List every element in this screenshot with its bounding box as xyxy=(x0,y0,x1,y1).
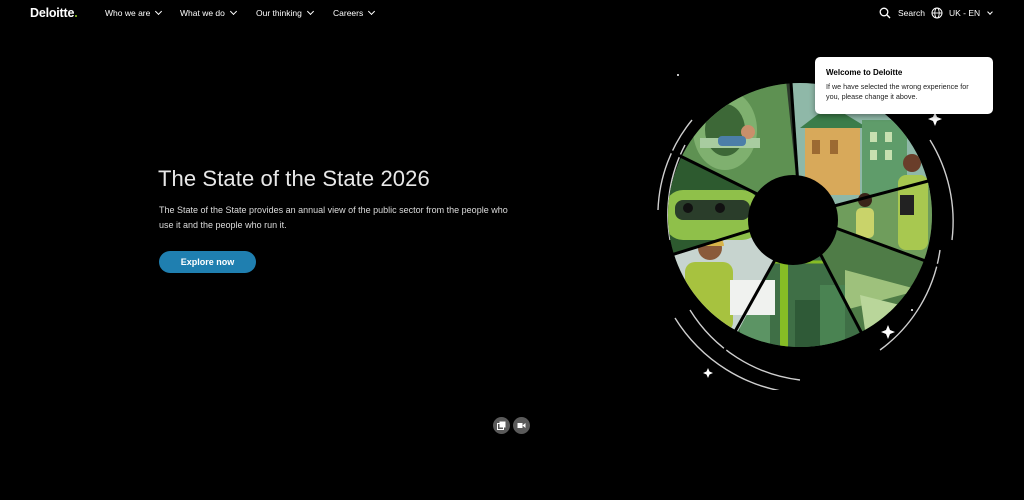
nav-item-label: Who we are xyxy=(105,8,151,18)
hero-description: The State of the State provides an annua… xyxy=(159,205,508,230)
explore-now-button[interactable]: Explore now xyxy=(159,251,256,273)
chevron-down-icon xyxy=(987,8,994,15)
video-button[interactable] xyxy=(513,417,530,434)
search-icon xyxy=(879,7,891,19)
nav-item-label: Careers xyxy=(333,8,364,18)
nav-item-label: What we do xyxy=(180,8,225,18)
nav-item-what-we-do[interactable]: What we do xyxy=(180,7,237,18)
video-icon xyxy=(517,423,526,428)
nav-item-our-thinking[interactable]: Our thinking xyxy=(256,7,314,18)
center-hole xyxy=(748,175,838,265)
chevron-down-icon xyxy=(306,7,314,16)
popup-title: Welcome to Deloitte xyxy=(826,68,903,77)
hero-title: The State of the State 2026 xyxy=(158,166,430,191)
deloitte-logo[interactable]: Deloitte. xyxy=(30,6,78,20)
gallery-icon xyxy=(497,421,506,430)
popup-text: If we have selected the wrong experience… xyxy=(826,82,969,101)
globe-icon xyxy=(931,7,943,19)
locale-label: UK - EN xyxy=(949,8,981,18)
top-navigation: Deloitte. Who we are What we do Our thin… xyxy=(0,0,1024,28)
nav-item-label: Our thinking xyxy=(256,8,302,18)
gallery-button[interactable] xyxy=(493,417,510,434)
nav-item-careers[interactable]: Careers xyxy=(333,7,376,18)
search-button[interactable]: Search xyxy=(879,7,925,19)
locale-selector[interactable]: UK - EN xyxy=(931,7,994,19)
search-label: Search xyxy=(898,8,925,18)
welcome-popup: Welcome to Deloitte If we have selected … xyxy=(815,57,993,114)
chevron-down-icon xyxy=(155,7,163,16)
chevron-down-icon xyxy=(229,7,237,16)
nav-item-who-we-are[interactable]: Who we are xyxy=(105,7,163,18)
chevron-down-icon xyxy=(368,7,376,16)
